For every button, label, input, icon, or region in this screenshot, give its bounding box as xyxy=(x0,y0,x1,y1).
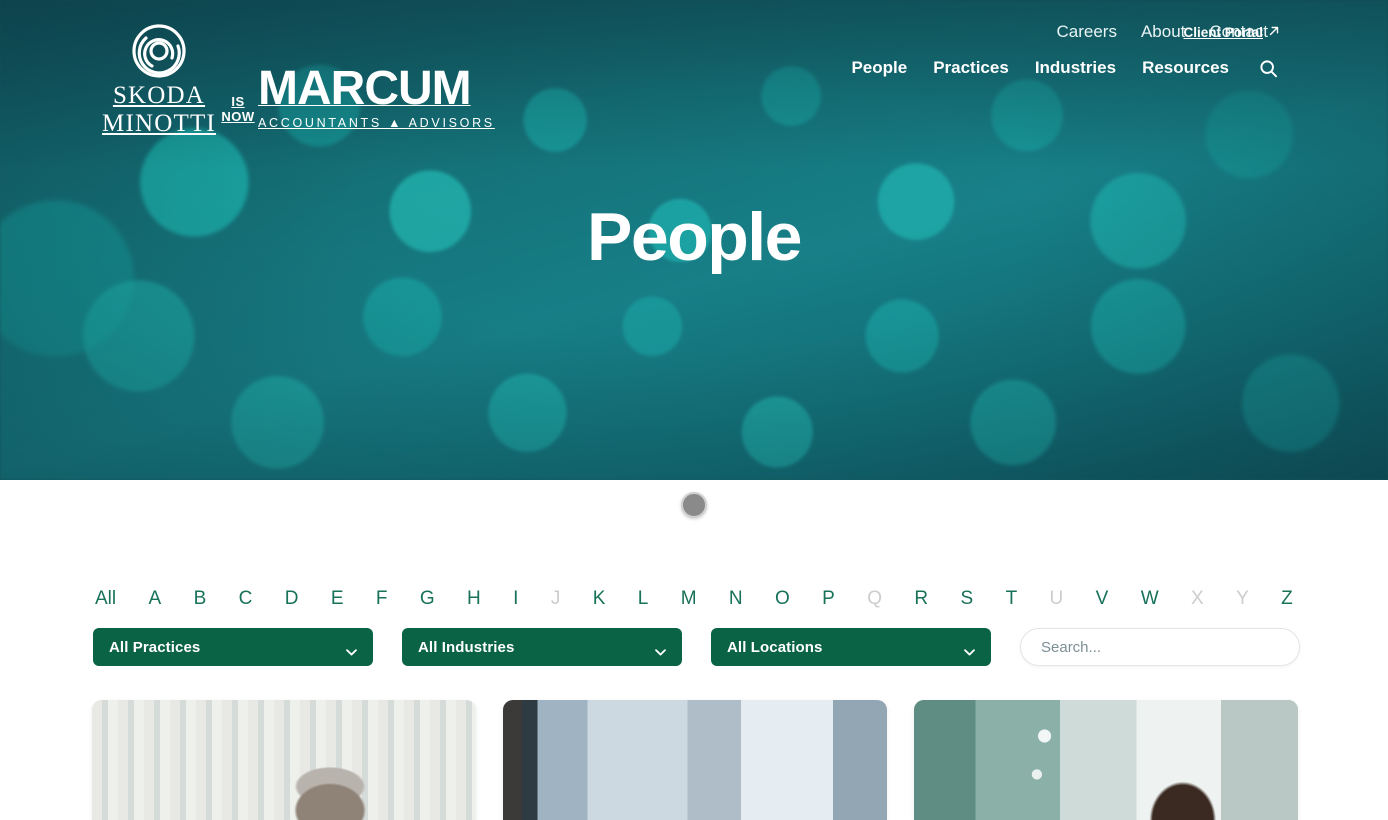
alphabet-filter-r[interactable]: R xyxy=(914,588,928,610)
alphabet-filter-e[interactable]: E xyxy=(331,588,344,610)
alphabet-filter-v[interactable]: V xyxy=(1096,588,1109,610)
skoda-text: SKODA xyxy=(112,82,206,109)
chevron-down-icon xyxy=(346,643,357,656)
alphabet-filter-h[interactable]: H xyxy=(467,588,481,610)
nav-link-about[interactable]: About xyxy=(1141,22,1185,42)
alphabet-filter-d[interactable]: D xyxy=(285,588,299,610)
nav-link-resources[interactable]: Resources xyxy=(1142,58,1229,78)
alphabet-filter-o[interactable]: O xyxy=(775,588,790,610)
alphabet-filter-x: X xyxy=(1191,588,1204,609)
alphabet-filter-b[interactable]: B xyxy=(194,588,207,610)
chevron-down-icon xyxy=(964,643,975,656)
minotti-text: MINOTTI xyxy=(102,110,216,137)
marcum-tagline: ACCOUNTANTS ▲ ADVISORS xyxy=(258,116,495,130)
alphabet-filter-n[interactable]: N xyxy=(729,588,743,610)
hero-banner: SKODA MINOTTI IS NOW MARCUM ACCOUNTANTS … xyxy=(0,0,1388,480)
alphabet-filter-c[interactable]: C xyxy=(239,588,253,610)
main-navigation: People Practices Industries Resources xyxy=(851,58,1278,78)
alphabet-filter-f[interactable]: F xyxy=(376,588,388,610)
filter-bar: All Practices All Industries All Locatio… xyxy=(93,628,1300,666)
alphabet-filter-y: Y xyxy=(1236,588,1249,609)
alphabet-filter-g[interactable]: G xyxy=(420,588,435,610)
alphabet-filter-w[interactable]: W xyxy=(1141,588,1159,610)
skoda-minotti-logo: SKODA MINOTTI xyxy=(100,22,218,136)
external-link-arrow-icon xyxy=(1268,25,1280,40)
is-now-text: IS NOW xyxy=(218,94,258,136)
nav-link-people[interactable]: People xyxy=(851,58,907,78)
alphabet-filter-m[interactable]: M xyxy=(681,588,697,610)
person-photo xyxy=(914,700,1298,820)
nav-link-practices[interactable]: Practices xyxy=(933,58,1009,78)
search-input[interactable] xyxy=(1020,628,1300,666)
alphabet-filter-p[interactable]: P xyxy=(822,588,835,610)
people-card-grid xyxy=(92,700,1298,820)
practices-dropdown-label: All Practices xyxy=(109,638,201,656)
alphabet-filter-l[interactable]: L xyxy=(638,588,649,610)
alphabet-filter-a[interactable]: A xyxy=(149,588,162,610)
alphabet-filter-k[interactable]: K xyxy=(593,588,606,610)
nav-link-industries[interactable]: Industries xyxy=(1035,58,1116,78)
alphabet-filter-z[interactable]: Z xyxy=(1281,588,1293,610)
locations-dropdown-label: All Locations xyxy=(727,638,823,656)
chevron-down-icon xyxy=(655,643,666,656)
alphabet-filter-q: Q xyxy=(867,588,883,609)
page-title: People xyxy=(587,199,802,275)
now-text: NOW xyxy=(221,109,255,124)
person-card[interactable] xyxy=(914,700,1298,820)
alphabet-filter-i[interactable]: I xyxy=(513,588,518,610)
industries-dropdown-label: All Industries xyxy=(418,638,515,656)
alphabet-filter-t[interactable]: T xyxy=(1006,588,1018,610)
alphabet-filter: All A B C D E F G H I J K L M N O P Q R S T U V W X Y Z xyxy=(95,588,1293,610)
person-card[interactable] xyxy=(92,700,476,820)
person-photo xyxy=(92,700,476,820)
practices-dropdown[interactable]: All Practices xyxy=(93,628,373,666)
scroll-indicator[interactable] xyxy=(0,492,1388,518)
alphabet-filter-j: J xyxy=(550,588,561,609)
site-logo[interactable]: SKODA MINOTTI IS NOW MARCUM ACCOUNTANTS … xyxy=(100,22,495,136)
person-photo xyxy=(503,700,887,820)
locations-dropdown[interactable]: All Locations xyxy=(711,628,991,666)
marcum-text: MARCUM xyxy=(258,62,472,115)
industries-dropdown[interactable]: All Industries xyxy=(402,628,682,666)
client-portal-link[interactable]: Client Portal xyxy=(1183,25,1280,40)
alphabet-filter-s[interactable]: S xyxy=(961,588,974,610)
nav-link-careers[interactable]: Careers xyxy=(1057,22,1117,42)
search-icon[interactable] xyxy=(1255,59,1278,78)
scroll-down-dot-icon[interactable] xyxy=(681,492,707,518)
marcum-logo: MARCUM ACCOUNTANTS ▲ ADVISORS xyxy=(258,65,495,136)
spiral-logo-icon xyxy=(130,22,188,80)
alphabet-filter-all[interactable]: All xyxy=(95,588,116,610)
person-card[interactable] xyxy=(503,700,887,820)
is-text: IS xyxy=(231,94,245,109)
client-portal-label: Client Portal xyxy=(1183,25,1263,40)
alphabet-filter-u: U xyxy=(1049,588,1064,609)
